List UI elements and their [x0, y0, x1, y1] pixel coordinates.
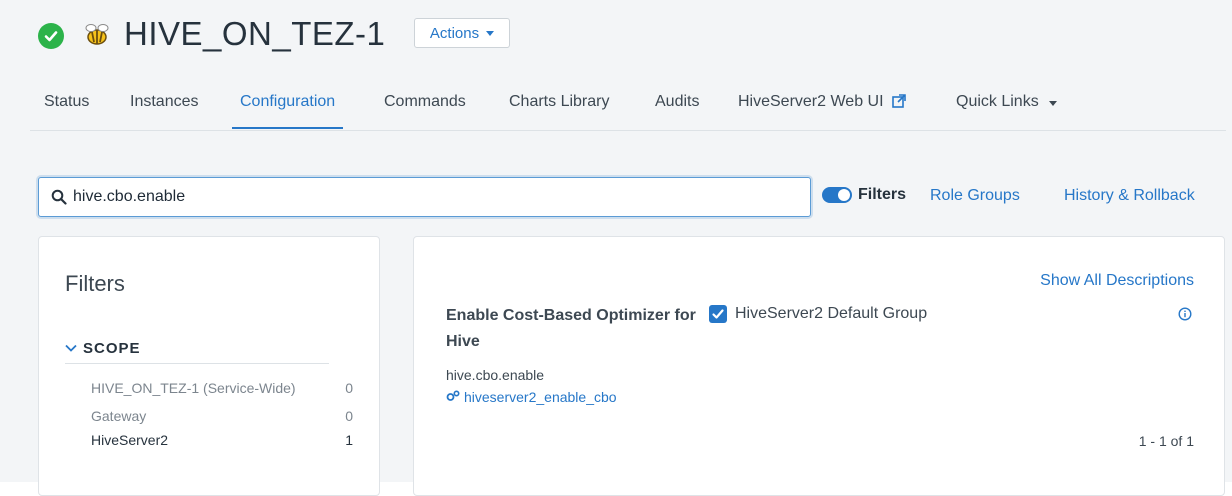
- service-tabs: Status Instances Configuration Commands …: [30, 86, 1226, 131]
- config-results-panel: Show All Descriptions Enable Cost-Based …: [413, 236, 1225, 496]
- tab-commands[interactable]: Commands: [376, 86, 474, 129]
- scope-item-service-wide[interactable]: HIVE_ON_TEZ-1 (Service-Wide) 0: [91, 380, 353, 396]
- tab-audits[interactable]: Audits: [647, 86, 707, 129]
- hive-bee-icon: [80, 18, 114, 52]
- tab-label: Configuration: [240, 93, 336, 110]
- caret-down-icon: [1049, 101, 1058, 106]
- tab-quick-links[interactable]: Quick Links: [948, 86, 1065, 129]
- tab-hiveserver2-web-ui[interactable]: HiveServer2 Web UI: [730, 86, 914, 129]
- external-link-icon: [892, 88, 906, 120]
- tab-configuration[interactable]: Configuration: [232, 86, 344, 129]
- scope-item-label: HiveServer2: [91, 432, 169, 448]
- scope-item-label: Gateway: [91, 408, 147, 424]
- chevron-down-icon: [65, 344, 77, 352]
- filters-toggle-label: Filters: [858, 186, 907, 203]
- config-property-key: hive.cbo.enable: [446, 367, 545, 383]
- filters-panel: Filters SCOPE HIVE_ON_TEZ-1 (Service-Wid…: [38, 236, 380, 496]
- tab-label: Charts Library: [509, 93, 610, 110]
- config-param-name: hiveserver2_enable_cbo: [464, 389, 617, 405]
- group-label: HiveServer2 Default Group: [735, 305, 928, 322]
- info-icon[interactable]: [1178, 307, 1192, 326]
- gears-icon: [446, 389, 460, 405]
- scope-item-label: HIVE_ON_TEZ-1 (Service-Wide): [91, 380, 296, 396]
- filters-panel-title: Filters: [65, 271, 125, 296]
- config-search-box[interactable]: [38, 177, 811, 217]
- show-all-descriptions-link[interactable]: Show All Descriptions: [1040, 272, 1194, 290]
- role-groups-link[interactable]: Role Groups: [930, 187, 1020, 205]
- tab-label: Status: [44, 93, 90, 110]
- scope-label: SCOPE: [83, 339, 141, 357]
- filters-toggle[interactable]: Filters: [822, 186, 906, 204]
- search-icon: [51, 189, 67, 205]
- tab-label: Audits: [655, 93, 700, 110]
- scope-item-count: 0: [345, 380, 353, 396]
- scope-item-count: 1: [345, 432, 353, 448]
- health-ok-icon: [38, 23, 64, 49]
- service-title: HIVE_ON_TEZ-1: [124, 15, 386, 52]
- tab-label: Quick Links: [956, 93, 1039, 110]
- config-property-label: Enable Cost-Based Optimizer for Hive: [446, 307, 696, 350]
- toggle-switch-icon: [822, 187, 852, 203]
- pagination-count: 1 - 1 of 1: [1138, 433, 1194, 449]
- tab-status[interactable]: Status: [36, 86, 97, 129]
- scope-section-header[interactable]: SCOPE: [65, 333, 329, 364]
- group-value-row: HiveServer2 Default Group: [709, 305, 927, 323]
- actions-label: Actions: [429, 24, 480, 42]
- scope-item-hiveserver2[interactable]: HiveServer2 1: [91, 432, 353, 448]
- config-param-link[interactable]: hiveserver2_enable_cbo: [446, 389, 617, 405]
- tab-instances[interactable]: Instances: [122, 86, 206, 129]
- config-search-input[interactable]: [73, 188, 773, 206]
- tab-charts-library[interactable]: Charts Library: [501, 86, 617, 129]
- actions-dropdown-button[interactable]: Actions: [414, 18, 510, 48]
- scope-item-count: 0: [345, 408, 353, 424]
- scope-item-gateway[interactable]: Gateway 0: [91, 408, 353, 424]
- tab-label: HiveServer2 Web UI: [738, 93, 884, 110]
- tab-label: Instances: [130, 93, 199, 110]
- tab-label: Commands: [384, 93, 466, 110]
- caret-down-icon: [486, 30, 495, 36]
- history-rollback-link[interactable]: History & Rollback: [1064, 187, 1195, 205]
- group-checkbox[interactable]: [709, 305, 727, 323]
